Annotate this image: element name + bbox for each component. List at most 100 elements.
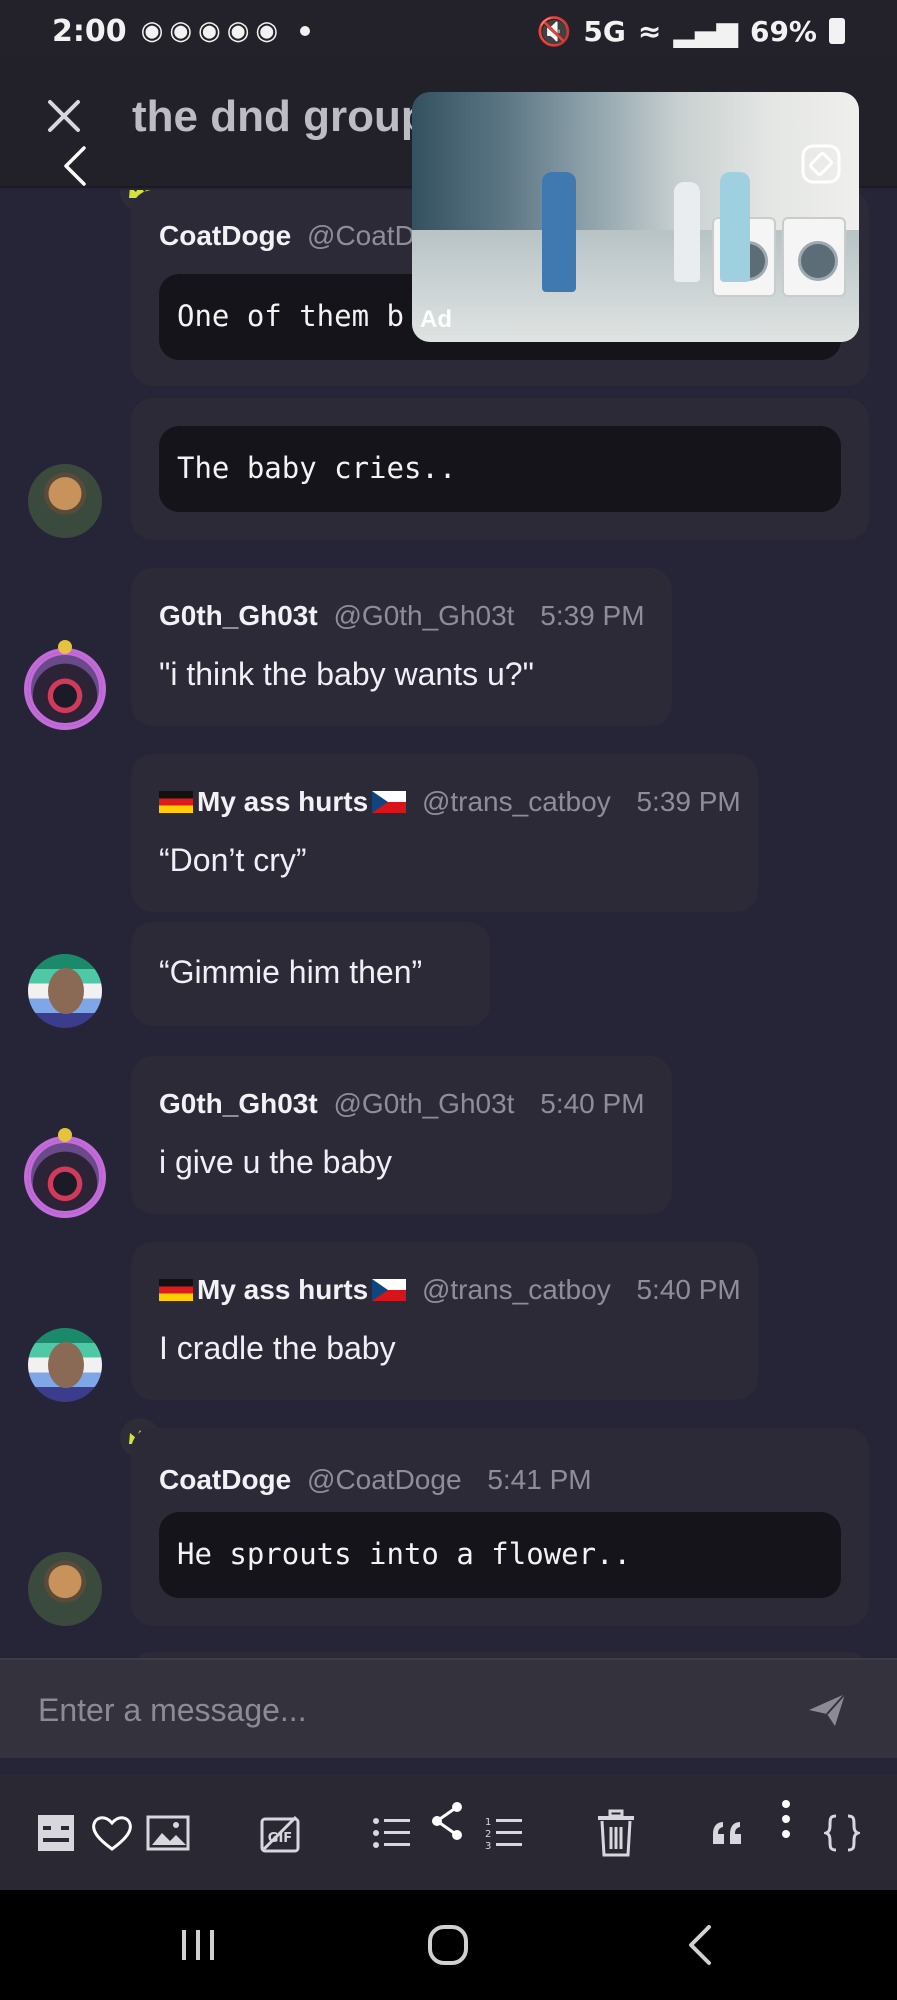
code-block: The baby cries..: [159, 426, 841, 512]
home-icon: [428, 1925, 468, 1965]
avatar-trans-catboy[interactable]: [28, 1328, 102, 1402]
message-bubble[interactable]: My ass hurts @trans_catboy 5:39 PM “Don’…: [131, 754, 758, 912]
message-bubble[interactable]: “Gimmie him then”: [131, 922, 490, 1026]
discord-icon: ◉: [226, 16, 250, 46]
message-text: "i think the baby wants u?": [159, 656, 534, 692]
message-list[interactable]: CoatDoge @CoatD One of them b The baby c…: [0, 190, 897, 1658]
message-bubble[interactable]: G0th_Gh03t @G0th_Gh03t 5:40 PM i give u …: [131, 1056, 672, 1214]
more-button[interactable]: [778, 1761, 794, 1876]
message-text: i give u the baby: [159, 1144, 393, 1180]
message-meta: My ass hurts @trans_catboy 5:39 PM: [159, 786, 741, 818]
rotate-icon[interactable]: [799, 142, 843, 186]
numbered-list-icon: 123: [485, 1817, 522, 1851]
back-arrow-icon[interactable]: [62, 144, 88, 188]
message-text: “Gimmie him then”: [159, 954, 423, 990]
network-label: 5G: [583, 14, 626, 48]
message-timestamp: 5:40 PM: [540, 1088, 645, 1119]
formatting-toolbar: GIF 123: [0, 1775, 897, 1890]
message-bubble[interactable]: CoatDoge @CoatDoge 5:41 PM He sprouts in…: [131, 1428, 869, 1626]
message-bubble[interactable]: The baby cries..: [131, 398, 869, 540]
discord-icon: ◉: [169, 16, 192, 46]
ad-person-1: [542, 172, 576, 292]
avatar-coatdoge[interactable]: [28, 1552, 102, 1626]
composer: Enter a message...: [0, 1658, 897, 1758]
share-button[interactable]: [428, 1763, 466, 1878]
ad-person-2: [674, 182, 700, 282]
recent-apps-button[interactable]: [170, 1890, 226, 2000]
ad-video-overlay[interactable]: Ad: [412, 92, 859, 342]
message-username[interactable]: My ass hurts: [197, 786, 368, 817]
more-icon: [782, 1799, 790, 1838]
message-meta: G0th_Gh03t @G0th_Gh03t 5:39 PM: [159, 600, 645, 632]
channel-title: the dnd group: [132, 92, 428, 141]
recent-apps-icon: [182, 1930, 214, 1960]
spoiler-icon: [38, 1814, 74, 1851]
message-username[interactable]: G0th_Gh03t: [159, 1088, 318, 1119]
close-icon[interactable]: [44, 96, 84, 136]
spoiler-button[interactable]: [36, 1775, 76, 1890]
czech-flag-icon: [372, 791, 407, 813]
message-timestamp: 5:41 PM: [487, 1464, 592, 1495]
back-button[interactable]: [672, 1890, 728, 2000]
more-notifications-dot: [300, 26, 311, 36]
message-timestamp: 5:39 PM: [636, 786, 741, 817]
message-handle: @G0th_Gh03t: [333, 1088, 515, 1119]
mute-icon: 🔇: [536, 14, 572, 48]
message-timestamp: 5:39 PM: [540, 600, 645, 631]
svg-text:3: 3: [485, 1841, 491, 1851]
message-username[interactable]: G0th_Gh03t: [159, 600, 318, 631]
avatar-g0th-gh03t[interactable]: [24, 640, 106, 730]
message-text: I cradle the baby: [159, 1330, 396, 1366]
avatar-trans-catboy[interactable]: [28, 954, 102, 1028]
code-block-button[interactable]: [822, 1775, 862, 1890]
system-nav-bar: [0, 1890, 897, 2000]
status-time: 2:00: [52, 13, 127, 49]
message-username[interactable]: My ass hurts: [197, 1274, 368, 1305]
gif-icon: GIF: [260, 1815, 300, 1852]
home-button[interactable]: [420, 1890, 476, 2000]
avatar-face: [48, 1342, 84, 1388]
avatar-badge: [58, 1128, 72, 1142]
avatar-g0th-gh03t[interactable]: [24, 1128, 106, 1218]
germany-flag-icon: [159, 1279, 193, 1301]
status-right: 🔇 5G ≈ ▂▄▆ 69%: [537, 15, 845, 48]
send-icon[interactable]: [807, 1692, 847, 1728]
discord-icon: ◉: [255, 16, 279, 46]
germany-flag-icon: [159, 791, 193, 813]
message-handle: @trans_catboy: [421, 1274, 611, 1305]
status-bar: 2:00 ◉ ◉ ◉ ◉ ◉ 🔇 5G ≈ ▂▄▆ 69%: [0, 0, 897, 62]
message-handle: @CoatDoge: [307, 1464, 462, 1495]
delete-button[interactable]: [596, 1775, 636, 1890]
discord-icon: ◉: [198, 16, 221, 46]
quote-button[interactable]: [710, 1775, 746, 1890]
heart-button[interactable]: [90, 1775, 134, 1890]
ad-label: Ad: [420, 306, 452, 333]
message-input[interactable]: Enter a message...: [38, 1660, 307, 1760]
message-meta: CoatDoge @CoatDoge 5:41 PM: [159, 1464, 592, 1496]
heart-icon: [92, 1815, 132, 1851]
message-handle: @trans_catboy: [421, 786, 611, 817]
share-icon: [432, 1801, 462, 1840]
code-block-icon: [824, 1814, 860, 1851]
code-block: He sprouts into a flower..: [159, 1512, 841, 1598]
message-bubble[interactable]: My ass hurts @trans_catboy 5:40 PM I cra…: [131, 1242, 758, 1400]
message-handle: @G0th_Gh03t: [333, 600, 515, 631]
gif-button[interactable]: GIF: [258, 1775, 302, 1890]
svg-text:2: 2: [485, 1829, 491, 1840]
status-left: 2:00 ◉ ◉ ◉ ◉ ◉: [52, 13, 311, 49]
back-icon: [689, 1925, 711, 1965]
message-username[interactable]: CoatDoge: [159, 220, 291, 251]
image-icon: [146, 1815, 190, 1850]
avatar-coatdoge[interactable]: [28, 464, 102, 538]
message-meta: CoatDoge @CoatD: [159, 220, 415, 252]
numbered-list-button[interactable]: 123: [484, 1775, 524, 1890]
avatar-face: [48, 968, 84, 1014]
avatar-ring: [24, 1136, 106, 1218]
message-username[interactable]: CoatDoge: [159, 1464, 291, 1495]
message-bubble[interactable]: G0th_Gh03t @G0th_Gh03t 5:39 PM "i think …: [131, 568, 672, 726]
discord-icon: ◉: [140, 16, 164, 46]
bullet-list-button[interactable]: [372, 1775, 412, 1890]
message-handle: @CoatD: [307, 220, 415, 251]
image-button[interactable]: [146, 1775, 190, 1890]
message-meta: My ass hurts @trans_catboy 5:40 PM: [159, 1274, 741, 1306]
